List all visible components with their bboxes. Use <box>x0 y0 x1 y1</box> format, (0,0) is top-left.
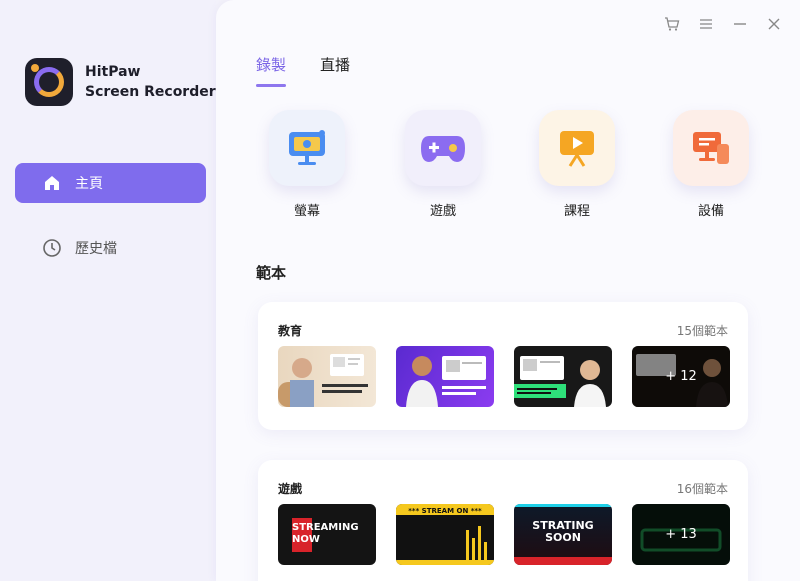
category-name: 遊戲 <box>278 482 303 496</box>
sidebar-item-history[interactable]: 歷史檔 <box>15 228 206 268</box>
thumbnail-caption: STRATING SOON <box>532 519 594 544</box>
template-thumbnail[interactable] <box>396 346 494 407</box>
mode-label: 設備 <box>697 204 724 219</box>
app-name-line2: Screen Recorder <box>85 84 216 100</box>
template-thumbnail[interactable] <box>514 346 612 407</box>
brand: HitPaw Screen Recorder <box>25 58 216 106</box>
template-thumbnail[interactable]: *** STREAM ON *** <box>396 504 494 565</box>
mode-device[interactable]: 設備 <box>666 110 756 219</box>
template-thumbnail[interactable]: STRATING SOON <box>514 504 612 565</box>
category-count[interactable]: 15個範本 <box>677 322 728 339</box>
record-tabs: 錄製 直播 <box>256 54 350 87</box>
thumbnail-caption: STREAMING NOW <box>292 522 359 545</box>
category-name: 教育 <box>278 324 303 338</box>
record-modes: 螢幕 遊戲 課程 設備 <box>256 110 776 220</box>
window-controls <box>662 14 784 34</box>
accent-bar <box>514 504 612 507</box>
menu-icon[interactable] <box>696 14 716 34</box>
template-thumbnail-more[interactable]: + 12 <box>632 346 730 407</box>
device-icon <box>673 110 749 186</box>
accent-bar <box>514 557 612 565</box>
portrait-image-icon <box>278 354 368 407</box>
monitor-icon <box>269 110 345 186</box>
template-category-game: 遊戲 16個範本 STREAMING NOW *** STREAM ON *** <box>258 460 748 581</box>
more-count: + 12 <box>632 346 730 407</box>
more-count: + 13 <box>632 504 730 565</box>
home-icon <box>41 172 63 194</box>
close-icon[interactable] <box>764 14 784 34</box>
tab-record[interactable]: 錄製 <box>256 54 287 87</box>
cart-icon[interactable] <box>662 14 682 34</box>
mode-course[interactable]: 課程 <box>532 110 622 219</box>
mode-label: 課程 <box>563 204 590 219</box>
mode-screen[interactable]: 螢幕 <box>262 110 352 219</box>
sidebar-item-label: 主頁 <box>75 176 103 192</box>
template-thumbnail[interactable] <box>278 346 376 407</box>
templates-title: 範本 <box>256 264 287 282</box>
sidebar-item-home[interactable]: 主頁 <box>15 163 206 203</box>
app-name-line1: HitPaw <box>85 64 141 80</box>
mode-game[interactable]: 遊戲 <box>398 110 488 219</box>
gamepad-icon <box>405 110 481 186</box>
tab-live[interactable]: 直播 <box>320 54 350 83</box>
template-thumbnail[interactable]: STREAMING NOW <box>278 504 376 565</box>
equalizer-icon <box>396 526 494 565</box>
category-count[interactable]: 16個範本 <box>677 480 728 497</box>
portrait-image-icon <box>406 356 486 407</box>
sidebar: HitPaw Screen Recorder 主頁 歷史檔 <box>0 0 216 581</box>
mode-label: 螢幕 <box>293 204 320 219</box>
template-category-education: 教育 15個範本 + 12 <box>258 302 748 430</box>
minimize-icon[interactable] <box>730 14 750 34</box>
portrait-image-icon <box>514 356 606 407</box>
presentation-icon <box>539 110 615 186</box>
mode-label: 遊戲 <box>429 204 456 219</box>
main-panel: 錄製 直播 螢幕 遊戲 課程 設備 範本 教育 15個範本 + 12 遊戲 16… <box>216 0 800 581</box>
template-thumbnail-more[interactable]: + 13 <box>632 504 730 565</box>
sidebar-item-label: 歷史檔 <box>75 241 117 257</box>
brand-text: HitPaw Screen Recorder <box>85 62 216 102</box>
app-logo-icon <box>25 58 73 106</box>
clock-icon <box>41 237 63 259</box>
